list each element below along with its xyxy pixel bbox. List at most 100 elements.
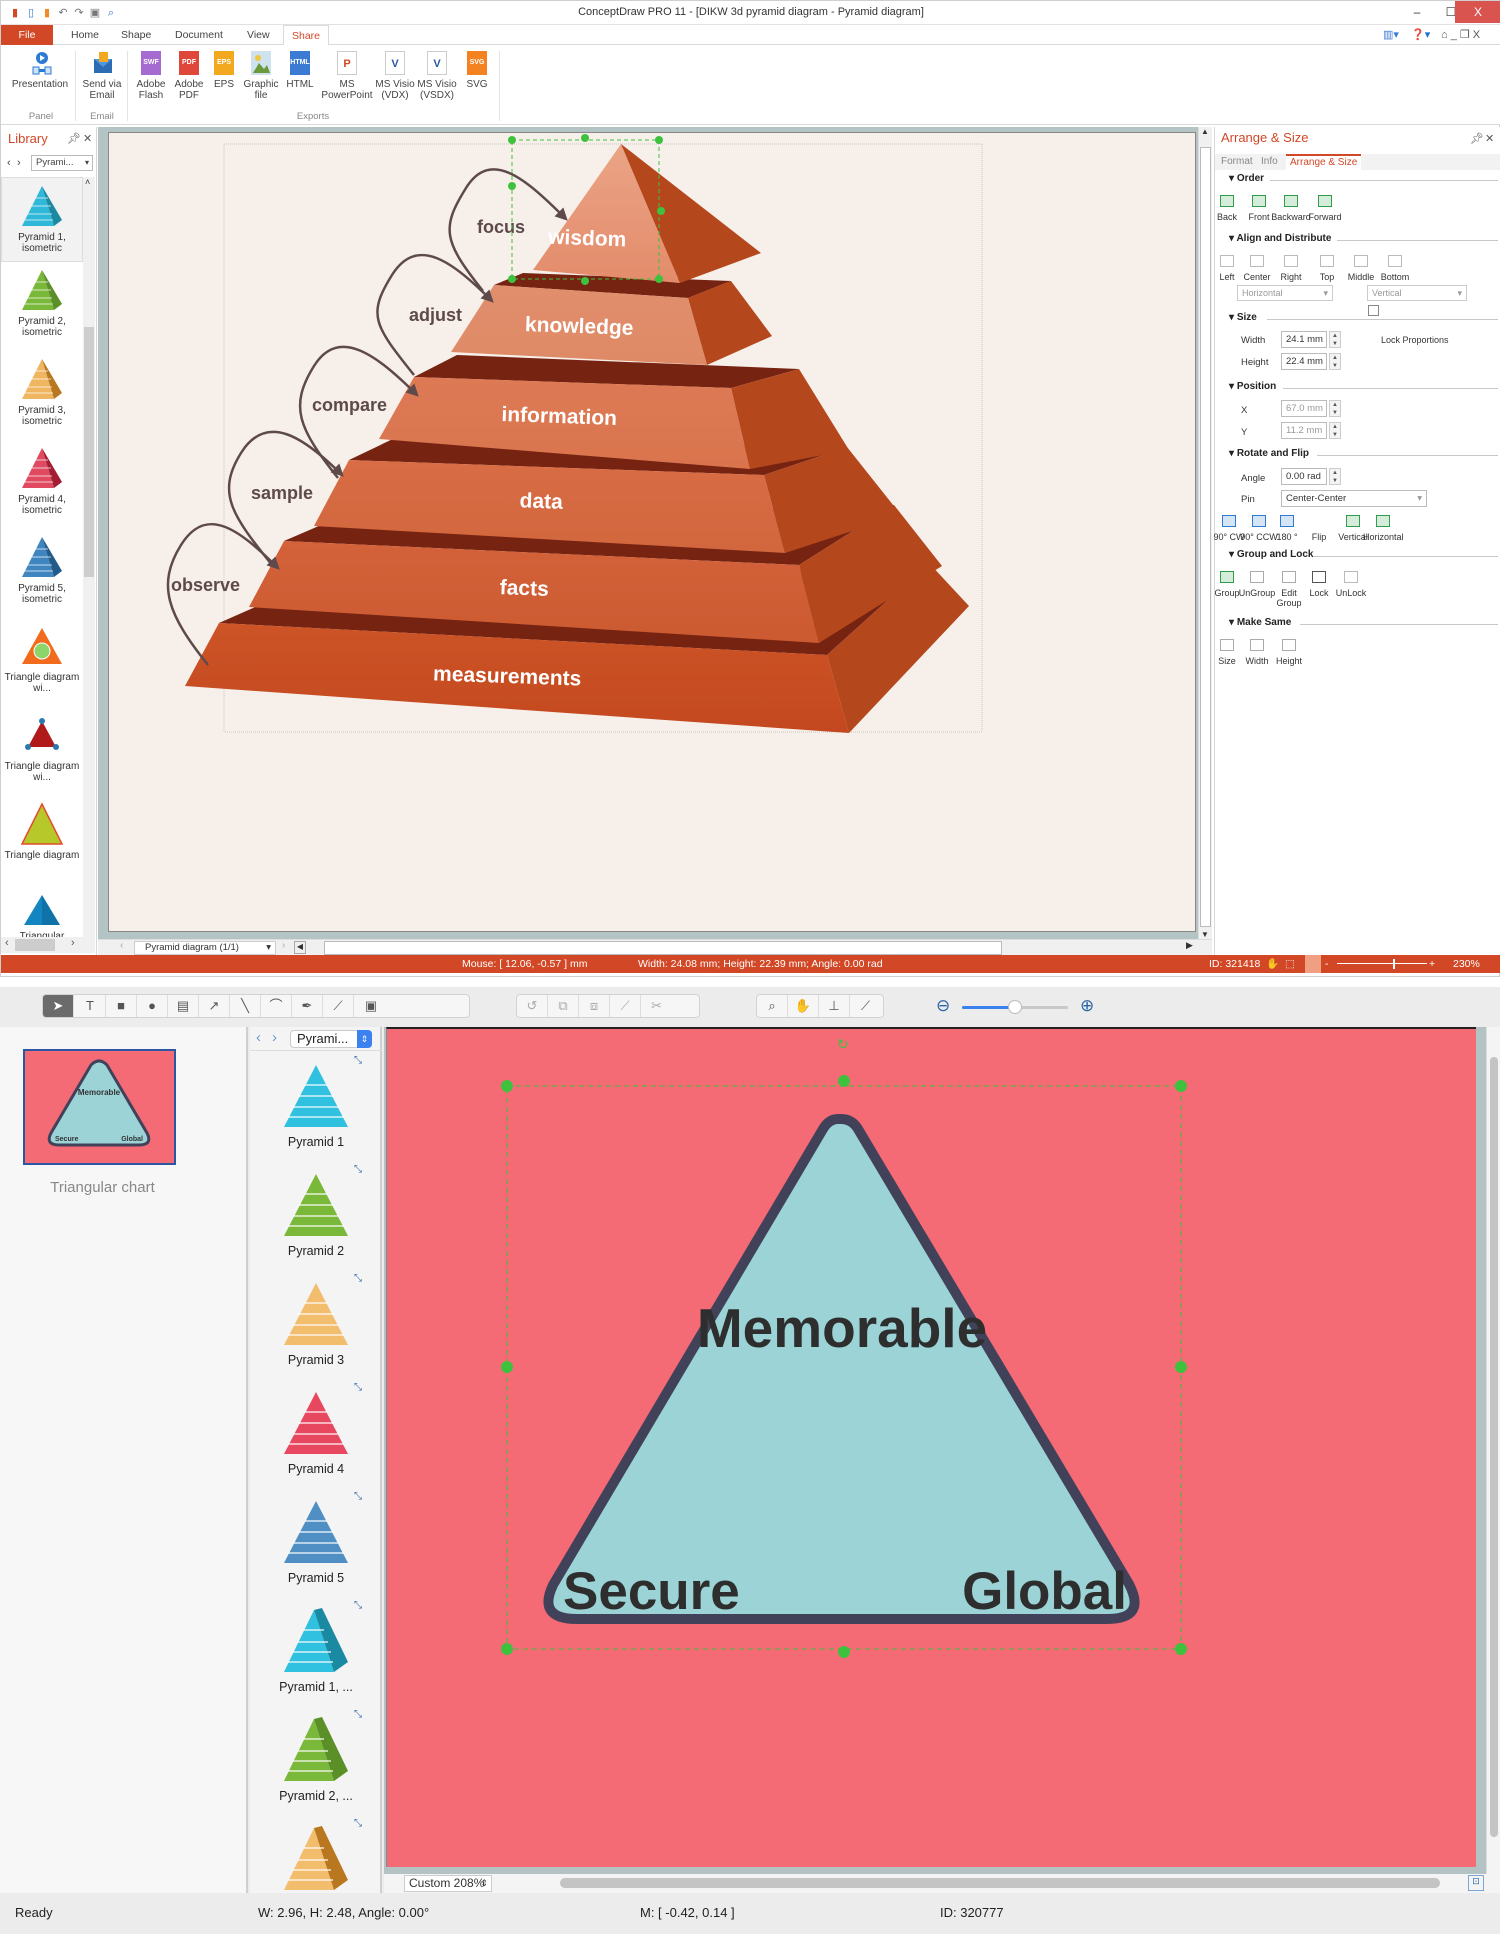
scroll-left-icon[interactable]: ‹ (5, 937, 9, 949)
page-thumbnail[interactable]: Memorable Secure Global (23, 1049, 176, 1165)
resize-handle[interactable] (581, 134, 589, 142)
resize-handle[interactable] (1175, 1643, 1187, 1655)
x-stepper[interactable]: ▲ ▼ (1329, 400, 1341, 417)
export-svg-button[interactable]: SVG SVG (459, 51, 495, 90)
zoom-slider[interactable] (962, 1000, 1068, 1014)
resize-handle[interactable] (508, 182, 516, 190)
fit-page-icon[interactable]: ⊡ (1468, 1875, 1484, 1891)
ungroup-tool[interactable]: ⧈ (579, 995, 610, 1017)
presentation-button[interactable]: Presentation (9, 51, 71, 90)
distribute-horizontal-dropdown[interactable]: Horizontal ▾ (1237, 285, 1333, 301)
section-group[interactable]: ▾ Group and Lock (1229, 549, 1313, 560)
tab-document[interactable]: Document (167, 25, 231, 45)
zoom-tool[interactable]: ⌕ (757, 995, 788, 1017)
pin-dropdown[interactable]: Center-Center ▾ (1281, 490, 1427, 507)
library-forward-button[interactable]: › (17, 157, 21, 169)
expand-icon[interactable]: ⤡ (354, 1818, 362, 1829)
pen-tool[interactable]: ✒ (292, 995, 323, 1017)
tab-home[interactable]: Home (63, 25, 107, 45)
library-forward-button[interactable]: › (272, 1029, 277, 1046)
library-back-button[interactable]: ‹ (256, 1029, 261, 1046)
scroll-up-icon[interactable]: ˄ (85, 177, 90, 187)
resize-handle[interactable] (1175, 1361, 1187, 1373)
eyedropper-tool[interactable]: ⟋ (850, 995, 881, 1017)
library-scrollbar[interactable]: ˄ ˅ (83, 177, 95, 952)
library-item[interactable]: Pyramid 3, isometric (1, 355, 83, 440)
rotate-horizontal-button[interactable]: Horizontal (1363, 515, 1404, 542)
section-order[interactable]: ▾ Order (1229, 173, 1264, 184)
canvas-hscrollbar[interactable] (324, 941, 1002, 955)
expand-icon[interactable]: ⤡ (354, 1055, 362, 1066)
layer-label[interactable]: wisdom (547, 226, 627, 252)
layer-label[interactable]: data (519, 489, 563, 514)
expand-icon[interactable]: ⤡ (354, 1382, 362, 1393)
stamp-tool[interactable]: ⊥ (819, 995, 850, 1017)
loop-label[interactable]: sample (251, 483, 313, 503)
page-prev-icon[interactable]: ‹ (120, 940, 123, 951)
text-block-tool[interactable]: ▤ (168, 995, 199, 1017)
scrollbar-thumb[interactable] (84, 327, 94, 577)
page-list-icon[interactable]: ◀ (294, 941, 306, 954)
group-unlock-button[interactable]: UnLock (1331, 571, 1371, 598)
tab-shape[interactable]: Shape (113, 25, 159, 45)
section-align[interactable]: ▾ Align and Distribute (1229, 233, 1331, 244)
group-tool[interactable]: ⧉ (548, 995, 579, 1017)
resize-handle[interactable] (655, 275, 663, 283)
expand-icon[interactable]: ⤡ (354, 1491, 362, 1502)
add-point-tool[interactable]: ⟋ (610, 995, 641, 1017)
zoom-out-button[interactable]: - (1325, 955, 1329, 973)
label-memorable[interactable]: Memorable (697, 1297, 987, 1359)
library-selector[interactable]: Pyrami... ⇕ (290, 1030, 372, 1048)
library-selector[interactable]: Pyrami... (31, 155, 93, 171)
order-forward-button[interactable]: Forward (1305, 195, 1345, 222)
scrollbar-thumb[interactable] (1490, 1057, 1498, 1837)
section-position[interactable]: ▾ Position (1229, 381, 1276, 392)
resize-handle[interactable] (1175, 1080, 1187, 1092)
section-rotate[interactable]: ▾ Rotate and Flip (1229, 448, 1309, 459)
zoom-in-button[interactable]: + (1429, 955, 1435, 973)
tab-file[interactable]: File (1, 25, 53, 45)
label-secure[interactable]: Secure (563, 1562, 740, 1621)
loop-label[interactable]: observe (171, 575, 240, 595)
drawing-canvas-mac[interactable]: Memorable Secure Global ↻ Custom 208% ⇕ ⊡ (384, 1027, 1500, 1893)
scroll-right-icon[interactable]: › (71, 937, 75, 949)
section-size[interactable]: ▾ Size (1229, 312, 1257, 323)
y-field[interactable]: 11.2 mm (1281, 422, 1327, 439)
expand-icon[interactable]: ⤡ (354, 1600, 362, 1611)
zoom-rect-icon[interactable]: ⬚ (1285, 955, 1295, 973)
tab-share[interactable]: Share (283, 25, 330, 46)
close-button[interactable]: X (1455, 1, 1500, 23)
loop-label[interactable]: compare (312, 395, 387, 415)
fit-page-icon[interactable] (1305, 955, 1321, 973)
rectangle-tool[interactable]: ■ (106, 995, 137, 1017)
resize-handle[interactable] (581, 277, 589, 285)
collapse-ribbon-icon[interactable]: ⌂ _ ❐ X (1441, 28, 1480, 41)
export-flash-button[interactable]: SWF Adobe Flash (131, 51, 171, 101)
export-eps-button[interactable]: EPS EPS (207, 51, 241, 90)
library-item[interactable]: Pyramid 5, isometric (1, 533, 83, 618)
angle-field[interactable]: 0.00 rad (1281, 468, 1327, 485)
expand-icon[interactable]: ⤡ (354, 1273, 362, 1284)
page-next-icon[interactable]: › (282, 940, 285, 951)
zoom-select[interactable]: Custom 208% ⇕ (404, 1875, 492, 1892)
export-graphic-button[interactable]: Graphic file (239, 51, 283, 101)
resize-handle[interactable] (508, 136, 516, 144)
width-field[interactable]: 24.1 mm (1281, 331, 1327, 348)
canvas-vscrollbar[interactable] (1486, 1027, 1500, 1877)
library-item[interactable]: ⤡ Pyramid 1 (250, 1053, 382, 1162)
help-icon[interactable]: ❓▾ (1411, 28, 1430, 41)
hand-tool[interactable]: ✋ (788, 995, 819, 1017)
library-item[interactable]: ⤡ Pyramid 5 (250, 1489, 382, 1598)
loop-label[interactable]: focus (477, 217, 525, 237)
expand-icon[interactable]: ⤡ (354, 1709, 362, 1720)
x-field[interactable]: 67.0 mm (1281, 400, 1327, 417)
curve-edit-tool[interactable]: ↺ (517, 995, 548, 1017)
loop-label[interactable]: adjust (409, 305, 462, 325)
section-same[interactable]: ▾ Make Same (1229, 617, 1291, 628)
export-powerpoint-button[interactable]: P MS PowerPoint (317, 51, 377, 101)
layer-label[interactable]: facts (499, 576, 549, 601)
arrow-tool[interactable]: ↗ (199, 995, 230, 1017)
align-bottom-button[interactable]: Bottom (1375, 255, 1415, 282)
arc-tool[interactable]: ⌒ (261, 995, 292, 1017)
align-right-button[interactable]: Right (1271, 255, 1311, 282)
